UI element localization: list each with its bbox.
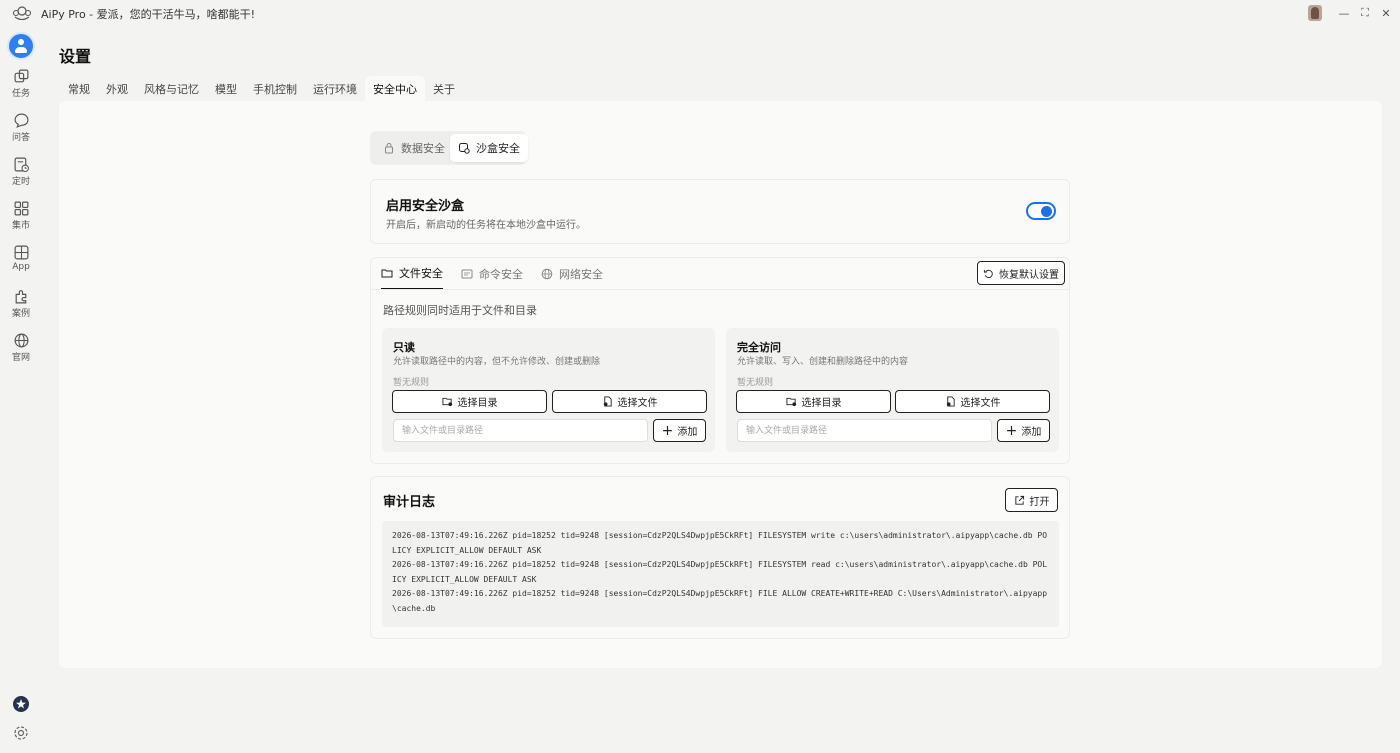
- terminal-icon: [461, 269, 473, 279]
- tab-runtime[interactable]: 运行环境: [305, 76, 365, 102]
- page-title: 设置: [59, 47, 92, 66]
- full-add-button[interactable]: + 添加: [997, 419, 1050, 442]
- security-subtabs: 文件安全 命令安全 网络安全: [381, 258, 621, 290]
- sidebar-item-label: App: [12, 262, 30, 272]
- full-access-empty-state: 暂无规则: [737, 378, 774, 388]
- full-path-input[interactable]: [737, 419, 992, 442]
- sandbox-title: 启用安全沙盒: [386, 199, 465, 214]
- minimize-button[interactable]: —: [1335, 4, 1353, 22]
- cube-icon: [14, 69, 28, 83]
- subtab-file-security[interactable]: 文件安全: [381, 258, 443, 290]
- full-access-description: 允许读取、写入、创建和删除路径中的内容: [737, 357, 909, 367]
- segment-sandbox-security[interactable]: 沙盒安全: [450, 134, 528, 162]
- window-title: AiPy Pro - 爱派，您的干活牛马，啥都能干!: [41, 8, 256, 21]
- subtab-command-security[interactable]: 命令安全: [461, 258, 523, 290]
- file-lock-icon: [946, 396, 955, 407]
- sidebar-item-label: 问答: [11, 133, 30, 143]
- tab-appearance[interactable]: 外观: [98, 76, 136, 102]
- full-select-file-button[interactable]: 选择文件: [895, 390, 1050, 413]
- audit-log-content: 2026-08-13T07:49:16.226Z pid=18252 tid=9…: [382, 521, 1059, 627]
- user-avatar[interactable]: [1308, 5, 1322, 21]
- sidebar-item-tasks[interactable]: 任务: [0, 68, 42, 108]
- readonly-path-input[interactable]: [393, 419, 648, 442]
- undo-icon: [983, 269, 993, 278]
- sandbox-toggle[interactable]: [1026, 202, 1056, 220]
- close-button[interactable]: ✕: [1377, 4, 1395, 22]
- sidebar: 任务 问答 定时 集市 App 案例 官网: [0, 26, 42, 753]
- readonly-select-file-button[interactable]: 选择文件: [552, 390, 707, 413]
- subtab-divider: [371, 289, 1069, 290]
- sidebar-item-label: 案例: [11, 309, 30, 319]
- audit-log-card: 审计日志 打开 2026-08-13T07:49:16.226Z pid=182…: [370, 476, 1070, 639]
- schedule-icon: [14, 157, 29, 172]
- external-link-icon: [1014, 495, 1024, 505]
- globe-icon: [541, 268, 553, 280]
- readonly-select-dir-button[interactable]: 选择目录: [392, 390, 547, 413]
- tab-style-memory[interactable]: 风格与记忆: [136, 76, 207, 102]
- settings-tabs: 常规 外观 风格与记忆 模型 手机控制 运行环境 安全中心 关于: [60, 76, 463, 102]
- sidebar-item-label: 官网: [11, 353, 30, 363]
- apps-icon: [14, 245, 28, 260]
- sidebar-item-qa[interactable]: 问答: [0, 112, 42, 152]
- log-line: 2026-08-13T07:49:16.226Z pid=18252 tid=9…: [392, 560, 1048, 584]
- readonly-empty-state: 暂无规则: [393, 378, 430, 388]
- sidebar-item-app[interactable]: App: [0, 244, 42, 284]
- segment-data-security[interactable]: 数据安全: [375, 134, 453, 162]
- tab-security-center[interactable]: 安全中心: [365, 76, 425, 102]
- tab-about[interactable]: 关于: [425, 76, 463, 102]
- open-log-button[interactable]: 打开: [1005, 488, 1058, 512]
- lock-icon: [385, 143, 393, 154]
- maximize-button[interactable]: ⛶: [1356, 4, 1374, 22]
- profile-avatar[interactable]: [9, 34, 33, 58]
- full-select-dir-button[interactable]: 选择目录: [736, 390, 891, 413]
- full-access-title: 完全访问: [737, 341, 781, 354]
- security-segment-control: 数据安全 沙盒安全: [370, 131, 528, 165]
- chat-icon: [14, 113, 28, 128]
- toggle-knob: [1041, 206, 1052, 217]
- sidebar-item-market[interactable]: 集市: [0, 200, 42, 240]
- subtab-network-security[interactable]: 网络安全: [541, 258, 603, 290]
- globe-icon: [14, 333, 28, 348]
- sidebar-item-cases[interactable]: 案例: [0, 288, 42, 328]
- sandbox-description: 开启后，新启动的任务将在本地沙盒中运行。: [386, 220, 586, 231]
- path-rule-note: 路径规则同时适用于文件和目录: [383, 304, 537, 317]
- sandbox-card: 启用安全沙盒 开启后，新启动的任务将在本地沙盒中运行。: [370, 179, 1070, 244]
- folder-icon: [381, 269, 393, 278]
- folder-lock-icon: [441, 397, 452, 407]
- readonly-add-button[interactable]: + 添加: [653, 419, 706, 442]
- readonly-title: 只读: [393, 341, 415, 354]
- sidebar-item-label: 定时: [11, 177, 30, 187]
- sidebar-item-website[interactable]: 官网: [0, 332, 42, 372]
- file-lock-icon: [603, 396, 612, 407]
- readonly-description: 允许读取路径中的内容，但不允许修改、创建或删除: [393, 357, 601, 367]
- assistant-badge-icon[interactable]: [12, 695, 30, 713]
- sandbox-icon: [459, 143, 470, 154]
- app-logo-icon: [12, 6, 32, 21]
- readonly-rules-box: 只读 允许读取路径中的内容，但不允许修改、创建或删除 暂无规则 选择目录 选择文…: [382, 328, 715, 452]
- title-bar: AiPy Pro - 爱派，您的干活牛马，啥都能干! — ⛶ ✕: [0, 0, 1400, 26]
- log-line: 2026-08-13T07:49:16.226Z pid=18252 tid=9…: [392, 589, 1048, 613]
- log-line: 2026-08-13T07:49:16.226Z pid=18252 tid=9…: [392, 531, 1048, 555]
- file-security-card: 文件安全 命令安全 网络安全 恢复默认设置 路径规则同时适用于文件和目录 只读 …: [370, 257, 1070, 464]
- full-access-rules-box: 完全访问 允许读取、写入、创建和删除路径中的内容 暂无规则 选择目录 选择文件 …: [726, 328, 1059, 452]
- tab-general[interactable]: 常规: [60, 76, 98, 102]
- gear-icon[interactable]: [12, 724, 30, 742]
- audit-log-title: 审计日志: [383, 495, 436, 510]
- tab-model[interactable]: 模型: [207, 76, 245, 102]
- sidebar-item-label: 任务: [11, 89, 30, 99]
- folder-lock-icon: [785, 397, 796, 407]
- plus-icon: +: [1005, 422, 1018, 439]
- tab-phone-control[interactable]: 手机控制: [245, 76, 305, 102]
- puzzle-icon: [15, 290, 26, 304]
- reset-defaults-button[interactable]: 恢复默认设置: [977, 261, 1065, 285]
- plus-icon: +: [661, 422, 674, 439]
- sidebar-item-schedule[interactable]: 定时: [0, 156, 42, 196]
- sidebar-item-label: 集市: [11, 221, 30, 231]
- grid-icon: [14, 201, 28, 216]
